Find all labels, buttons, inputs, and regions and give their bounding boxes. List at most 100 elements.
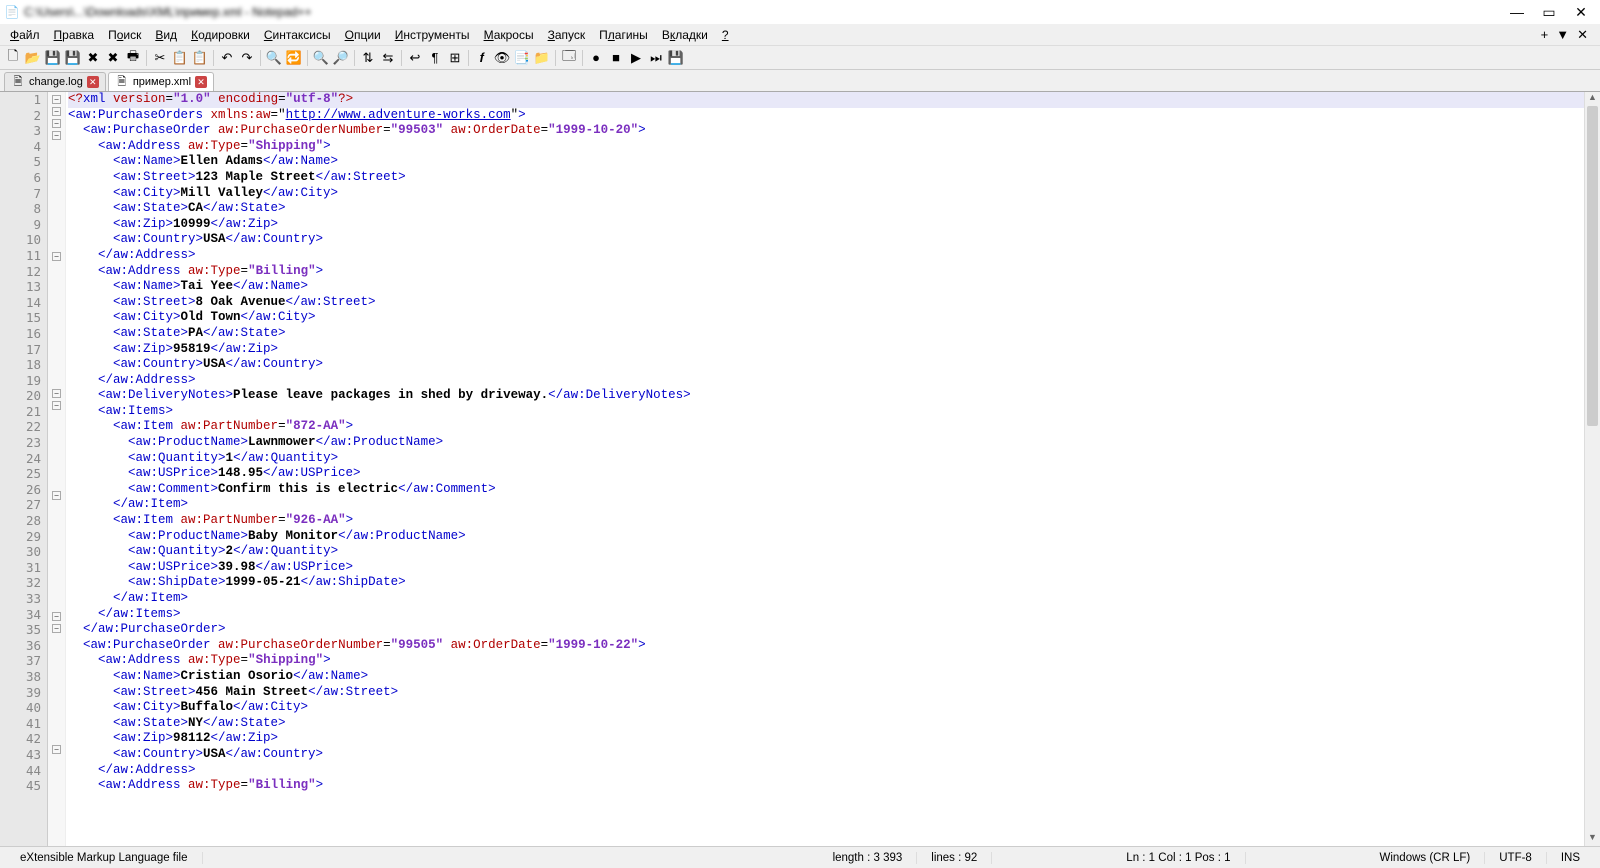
code-line[interactable]: </aw:Item> <box>68 497 1584 513</box>
line-number-gutter[interactable]: 1234567891011121314151617181920212223242… <box>0 92 48 846</box>
line-number[interactable]: 8 <box>0 201 41 217</box>
code-line[interactable]: <aw:Comment>Confirm this is electric</aw… <box>68 482 1584 498</box>
code-line[interactable]: <aw:Items> <box>68 404 1584 420</box>
lang-icon[interactable]: 𝒇 <box>473 49 491 67</box>
fold-toggle[interactable]: − <box>52 389 61 398</box>
code-line[interactable]: <aw:Street>8 Oak Avenue</aw:Street> <box>68 295 1584 311</box>
code-line[interactable]: <aw:Quantity>2</aw:Quantity> <box>68 544 1584 560</box>
close-extra-icon[interactable]: ✕ <box>1577 27 1588 43</box>
code-line[interactable]: <aw:City>Old Town</aw:City> <box>68 310 1584 326</box>
code-line[interactable]: <aw:PurchaseOrders xmlns:aw="http://www.… <box>68 108 1584 124</box>
status-insert-mode[interactable]: INS <box>1547 852 1594 864</box>
zoom-out-icon[interactable]: 🔎 <box>332 49 350 67</box>
code-line[interactable]: <aw:USPrice>148.95</aw:USPrice> <box>68 466 1584 482</box>
line-number[interactable]: 29 <box>0 529 41 545</box>
print-icon[interactable]: 🖶 <box>124 49 142 67</box>
close-window-button[interactable]: ✕ <box>1574 5 1588 19</box>
fold-toggle[interactable]: − <box>52 745 61 754</box>
line-number[interactable]: 38 <box>0 669 41 685</box>
save-all-icon[interactable]: 💾 <box>64 49 82 67</box>
code-line[interactable]: <aw:Street>123 Maple Street</aw:Street> <box>68 170 1584 186</box>
line-number[interactable]: 5 <box>0 154 41 170</box>
code-line[interactable]: </aw:Address> <box>68 763 1584 779</box>
vertical-scrollbar[interactable]: ▲ ▼ <box>1584 92 1600 846</box>
line-number[interactable]: 30 <box>0 544 41 560</box>
code-line[interactable]: <aw:DeliveryNotes>Please leave packages … <box>68 388 1584 404</box>
line-number[interactable]: 35 <box>0 622 41 638</box>
tab-change.log[interactable]: 🗎change.log✕ <box>4 72 106 91</box>
line-number[interactable]: 44 <box>0 763 41 779</box>
line-number[interactable]: 43 <box>0 747 41 763</box>
code-line[interactable]: <aw:ProductName>Lawnmower</aw:ProductNam… <box>68 435 1584 451</box>
fold-toggle[interactable]: − <box>52 612 61 621</box>
menu-плагины[interactable]: Плагины <box>593 26 654 44</box>
scroll-down-arrow[interactable]: ▼ <box>1585 832 1600 846</box>
code-line[interactable]: </aw:Item> <box>68 591 1584 607</box>
wordwrap-icon[interactable]: ↩ <box>406 49 424 67</box>
fold-toggle[interactable]: − <box>52 401 61 410</box>
cut-icon[interactable]: ✂ <box>151 49 169 67</box>
open-file-icon[interactable]: 📂 <box>24 49 42 67</box>
line-number[interactable]: 27 <box>0 497 41 513</box>
save-icon[interactable]: 💾 <box>44 49 62 67</box>
line-number[interactable]: 15 <box>0 310 41 326</box>
code-line[interactable]: <aw:Zip>98112</aw:Zip> <box>68 731 1584 747</box>
tab-close-icon[interactable]: ✕ <box>195 76 207 88</box>
fold-toggle[interactable]: − <box>52 491 61 500</box>
replace-icon[interactable]: 🔁 <box>285 49 303 67</box>
code-line[interactable]: <aw:City>Buffalo</aw:City> <box>68 700 1584 716</box>
line-number[interactable]: 12 <box>0 264 41 280</box>
line-number[interactable]: 16 <box>0 326 41 342</box>
play-multi-icon[interactable]: ⏭ <box>647 49 665 67</box>
code-line[interactable]: <aw:Address aw:Type="Shipping"> <box>68 653 1584 669</box>
line-number[interactable]: 18 <box>0 357 41 373</box>
line-number[interactable]: 37 <box>0 653 41 669</box>
function-list-icon[interactable]: 📑 <box>513 49 531 67</box>
copy-icon[interactable]: 📋 <box>171 49 189 67</box>
undo-icon[interactable]: ↶ <box>218 49 236 67</box>
code-line[interactable]: <aw:Street>456 Main Street</aw:Street> <box>68 685 1584 701</box>
code-line[interactable]: <aw:State>PA</aw:State> <box>68 326 1584 342</box>
code-line[interactable]: <aw:Country>USA</aw:Country> <box>68 232 1584 248</box>
close-all-icon[interactable]: ✖ <box>104 49 122 67</box>
zoom-in-icon[interactable]: 🔍 <box>312 49 330 67</box>
line-number[interactable]: 22 <box>0 419 41 435</box>
line-number[interactable]: 4 <box>0 139 41 155</box>
code-line[interactable]: <aw:State>CA</aw:State> <box>68 201 1584 217</box>
code-line[interactable]: </aw:PurchaseOrder> <box>68 622 1584 638</box>
line-number[interactable]: 10 <box>0 232 41 248</box>
code-line[interactable]: <aw:Item aw:PartNumber="926-AA"> <box>68 513 1584 529</box>
menu-кодировки[interactable]: Кодировки <box>185 26 256 44</box>
record-macro-icon[interactable]: ● <box>587 49 605 67</box>
line-number[interactable]: 13 <box>0 279 41 295</box>
sync-h-icon[interactable]: ⇆ <box>379 49 397 67</box>
line-number[interactable]: 33 <box>0 591 41 607</box>
menu-?[interactable]: ? <box>716 26 735 44</box>
minimize-button[interactable]: — <box>1510 5 1524 19</box>
line-number[interactable]: 11 <box>0 248 41 264</box>
code-line[interactable]: <aw:Address aw:Type="Billing"> <box>68 778 1584 794</box>
line-number[interactable]: 1 <box>0 92 41 108</box>
code-line[interactable]: <aw:Country>USA</aw:Country> <box>68 357 1584 373</box>
line-number[interactable]: 19 <box>0 373 41 389</box>
line-number[interactable]: 14 <box>0 295 41 311</box>
line-number[interactable]: 2 <box>0 108 41 124</box>
code-line[interactable]: <aw:Name>Cristian Osorio</aw:Name> <box>68 669 1584 685</box>
fold-column[interactable]: −−−− − −− − −− − <box>48 92 66 846</box>
maximize-button[interactable]: ▭ <box>1542 5 1556 19</box>
code-line[interactable]: </aw:Address> <box>68 248 1584 264</box>
code-line[interactable]: <aw:ProductName>Baby Monitor</aw:Product… <box>68 529 1584 545</box>
code-line[interactable]: <aw:Zip>95819</aw:Zip> <box>68 342 1584 358</box>
code-line[interactable]: <aw:Country>USA</aw:Country> <box>68 747 1584 763</box>
line-number[interactable]: 9 <box>0 217 41 233</box>
line-number[interactable]: 28 <box>0 513 41 529</box>
play-macro-icon[interactable]: ▶ <box>627 49 645 67</box>
menu-опции[interactable]: Опции <box>339 26 387 44</box>
line-number[interactable]: 26 <box>0 482 41 498</box>
menu-запуск[interactable]: Запуск <box>542 26 592 44</box>
code-line[interactable]: <aw:Zip>10999</aw:Zip> <box>68 217 1584 233</box>
plus-icon[interactable]: + <box>1541 27 1549 43</box>
line-number[interactable]: 25 <box>0 466 41 482</box>
code-line[interactable]: <aw:PurchaseOrder aw:PurchaseOrderNumber… <box>68 638 1584 654</box>
code-line[interactable]: </aw:Address> <box>68 373 1584 389</box>
